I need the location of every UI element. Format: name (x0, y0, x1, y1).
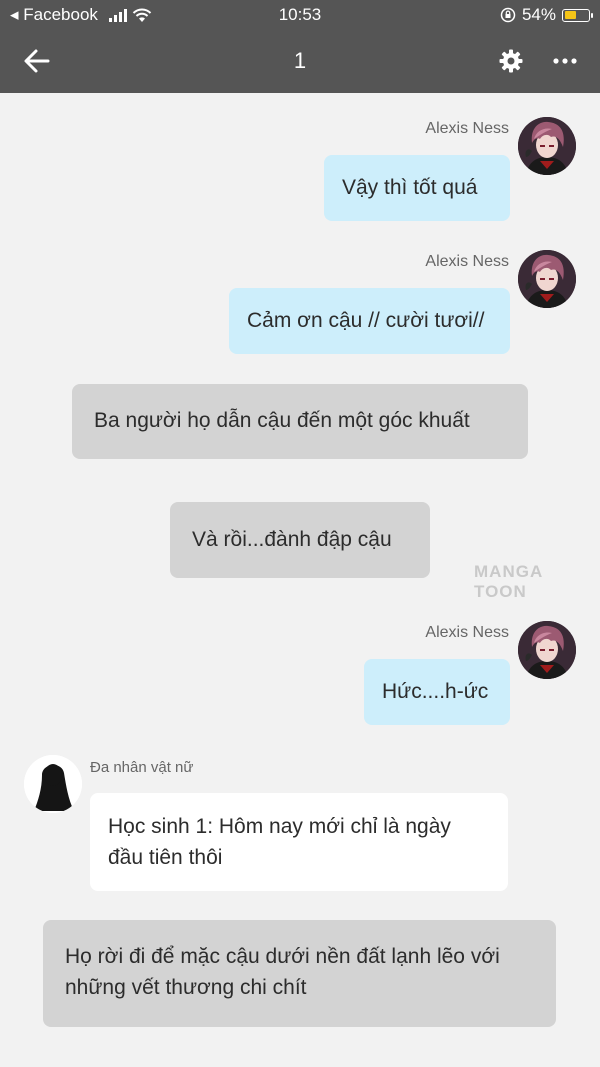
narration-bubble[interactable]: Và rồi...đành đập cậu (170, 502, 430, 578)
narration-bubble[interactable]: Ba người họ dẫn cậu đến một góc khuất (72, 384, 528, 459)
battery-icon (562, 8, 593, 22)
avatar-image (518, 250, 576, 308)
narration-text: Và rồi...đành đập cậu (192, 528, 392, 551)
sender-name: Alexis Ness (425, 120, 509, 137)
narration-text: Ba người họ dẫn cậu đến một góc khuất (94, 409, 470, 432)
avatar[interactable] (518, 250, 576, 308)
avatar-image (518, 621, 576, 679)
watermark: MANGA TOON (474, 562, 543, 601)
gear-icon[interactable] (498, 48, 524, 74)
sender-name: Alexis Ness (425, 253, 509, 270)
avatar[interactable] (24, 755, 82, 813)
message-bubble[interactable]: Học sinh 1: Hôm nay mới chỉ là ngày đầu … (90, 793, 508, 891)
narration-text: Họ rời đi để mặc cậu dưới nền đất lạnh l… (65, 945, 500, 999)
top-bar: ◂ Facebook 10:53 54% 1 (0, 0, 600, 93)
message-bubble[interactable]: Cảm ơn cậu // cười tươi// (229, 288, 510, 354)
rotation-lock-icon (500, 7, 516, 23)
message-text: Cảm ơn cậu // cười tươi// (247, 309, 485, 332)
message-bubble[interactable]: Hức....h-ức (364, 659, 510, 725)
battery-percent: 54% (521, 5, 556, 24)
avatar[interactable] (518, 621, 576, 679)
sender-name: Đa nhân vật nữ (90, 759, 194, 776)
message-text: Học sinh 1: Hôm nay mới chỉ là ngày đầu … (108, 815, 451, 869)
avatar[interactable] (518, 117, 576, 175)
sender-name: Alexis Ness (425, 624, 509, 641)
message-bubble[interactable]: Vậy thì tốt quá (324, 155, 510, 221)
narration-bubble[interactable]: Họ rời đi để mặc cậu dưới nền đất lạnh l… (43, 920, 556, 1027)
status-right: 54% (500, 5, 593, 25)
nav-bar: 1 (0, 34, 600, 90)
status-bar: ◂ Facebook 10:53 54% (0, 0, 600, 30)
message-text: Vậy thì tốt quá (342, 176, 478, 199)
avatar-image (24, 755, 82, 813)
more-icon[interactable] (552, 48, 578, 74)
avatar-image (518, 117, 576, 175)
message-text: Hức....h-ức (382, 680, 489, 703)
